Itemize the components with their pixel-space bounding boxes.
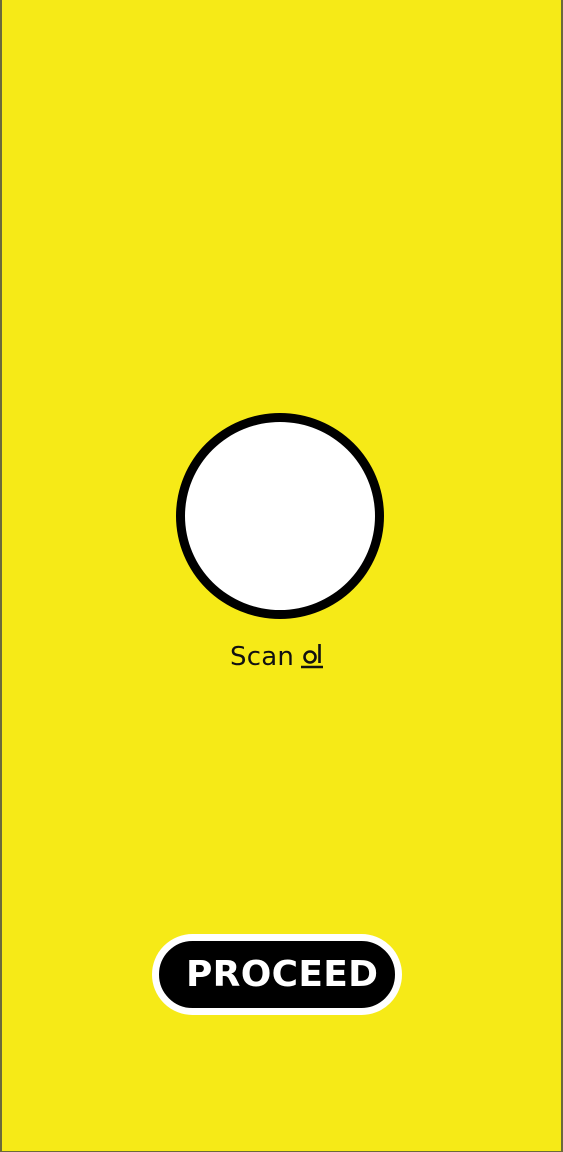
app-screen: Scan PROCEED	[0, 0, 563, 1152]
proceed-button-label: PROCEED	[186, 953, 379, 995]
scan-control[interactable]: Scan	[230, 638, 324, 672]
scan-label: Scan	[230, 642, 295, 672]
proceed-button[interactable]: PROCEED	[152, 934, 402, 1015]
scan-icon	[301, 644, 324, 669]
scan-target-circle[interactable]	[176, 413, 384, 619]
